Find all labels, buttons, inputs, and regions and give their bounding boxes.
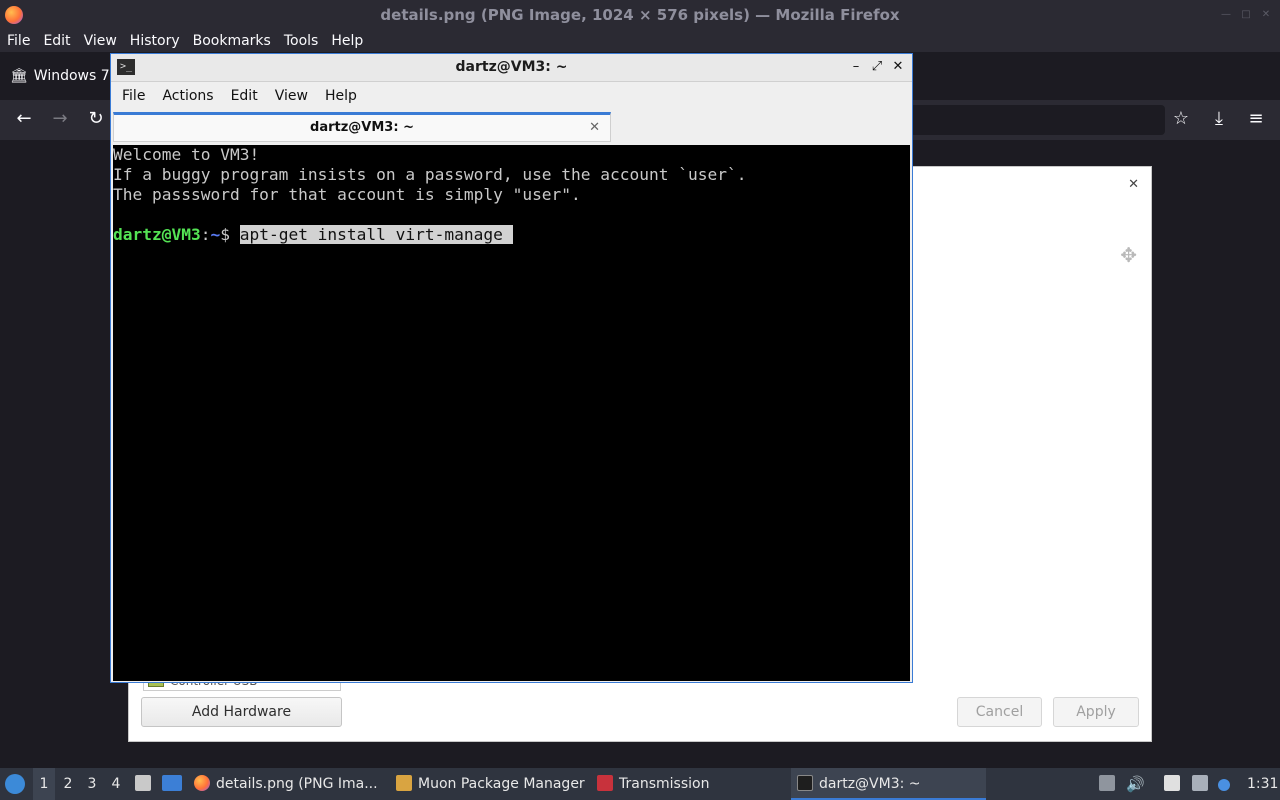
task-muon-label: Muon Package Manager [418, 776, 585, 792]
volume-icon[interactable]: 🔊 [1126, 768, 1145, 800]
prompt-separator: : [200, 225, 211, 244]
terminal-prompt-line: dartz@VM3:~$ apt-get install virt-manage [113, 225, 910, 245]
transmission-icon [597, 775, 613, 791]
back-icon[interactable]: ← [12, 108, 36, 129]
close-icon[interactable]: ✕ [1260, 9, 1272, 21]
task-transmission-label: Transmission [619, 776, 710, 792]
prompt-path: ~ [210, 225, 221, 244]
firefox-tab-label: Windows 7 [33, 68, 110, 84]
start-menu-icon[interactable] [5, 768, 27, 800]
terminal-menubar: File Actions Edit View Help [111, 82, 912, 110]
prompt-sign: $ [220, 225, 240, 244]
move-cursor-icon: ✥ [1120, 243, 1137, 267]
menu-actions[interactable]: Actions [162, 82, 213, 110]
add-hardware-button[interactable]: Add Hardware [141, 697, 342, 727]
menu-tools[interactable]: Tools [284, 30, 319, 52]
workspace-4[interactable]: 4 [105, 768, 127, 800]
terminal-tab[interactable]: dartz@VM3: ~ ✕ [113, 112, 611, 142]
notification-icon[interactable] [1218, 768, 1232, 800]
hamburger-menu-icon[interactable]: ≡ [1244, 108, 1268, 129]
firefox-titlebar: details.png (PNG Image, 1024 × 576 pixel… [0, 0, 1280, 30]
package-icon [396, 775, 412, 791]
menu-file[interactable]: File [122, 82, 145, 110]
menu-help[interactable]: Help [325, 82, 357, 110]
bookmark-star-icon[interactable]: ☆ [1169, 108, 1193, 129]
task-muon[interactable]: Muon Package Manager [396, 768, 585, 800]
museum-icon: 🏛 [10, 68, 28, 84]
downloads-icon[interactable]: ⤓ [1207, 108, 1231, 129]
url-bar[interactable] [910, 105, 1165, 135]
firefox-tab[interactable]: 🏛 Windows 7 [0, 60, 120, 92]
task-firefox[interactable]: details.png (PNG Ima... [194, 768, 378, 800]
command-input[interactable]: apt-get install virt-manage [239, 225, 503, 244]
menu-help[interactable]: Help [331, 30, 363, 52]
close-icon[interactable]: ✕ [889, 58, 907, 76]
tab-close-icon[interactable]: ✕ [589, 115, 600, 141]
firefox-window-title: details.png (PNG Image, 1024 × 576 pixel… [380, 6, 900, 24]
menu-view[interactable]: View [275, 82, 308, 110]
terminal-window-title: dartz@VM3: ~ [455, 59, 568, 75]
terminal-tabstrip: dartz@VM3: ~ ✕ [111, 110, 912, 143]
terminal-tab-label: dartz@VM3: ~ [310, 120, 414, 135]
maximize-icon[interactable]: □ [1240, 9, 1252, 21]
workspace-2[interactable]: 2 [57, 768, 79, 800]
eject-icon[interactable] [1099, 768, 1115, 800]
taskbar: 1 2 3 4 details.png (PNG Ima... Muon Pac… [0, 768, 1280, 800]
text-cursor [502, 225, 513, 244]
menu-file[interactable]: File [7, 30, 30, 52]
menu-view[interactable]: View [84, 30, 117, 52]
network-icon[interactable] [1192, 768, 1210, 800]
task-firefox-label: details.png (PNG Ima... [216, 776, 378, 792]
clipboard-icon[interactable] [1164, 768, 1182, 800]
file-manager-icon[interactable] [135, 768, 155, 800]
menu-edit[interactable]: Edit [231, 82, 258, 110]
menu-history[interactable]: History [130, 30, 180, 52]
terminal-output[interactable]: Welcome to VM3! If a buggy program insist… [113, 145, 910, 681]
task-transmission[interactable]: Transmission [597, 768, 709, 800]
apply-button[interactable]: Apply [1053, 697, 1139, 727]
show-desktop-icon[interactable] [162, 768, 184, 800]
firefox-menubar: File Edit View History Bookmarks Tools H… [0, 30, 1280, 52]
maximize-icon[interactable]: ⤢ [868, 58, 886, 76]
task-terminal[interactable]: dartz@VM3: ~ [791, 768, 986, 800]
reload-icon[interactable]: ↻ [84, 108, 108, 129]
workspace-1[interactable]: 1 [33, 768, 55, 800]
terminal-titlebar[interactable]: >_ dartz@VM3: ~ – ⤢ ✕ [111, 54, 912, 82]
terminal-line: The passsword for that account is simply… [113, 185, 581, 204]
clock[interactable]: 1:31 [1247, 768, 1278, 800]
firefox-icon [194, 775, 210, 791]
minimize-icon[interactable]: – [847, 58, 865, 76]
dialog-close-icon[interactable]: ✕ [1128, 177, 1139, 192]
prompt-user: dartz@VM3 [113, 225, 201, 244]
terminal-line: If a buggy program insists on a password… [113, 165, 747, 184]
minimize-icon[interactable]: — [1220, 9, 1232, 21]
terminal-line: Welcome to VM3! [113, 145, 260, 164]
menu-edit[interactable]: Edit [43, 30, 70, 52]
terminal-icon [797, 775, 813, 791]
terminal-window[interactable]: >_ dartz@VM3: ~ – ⤢ ✕ File Actions Edit … [110, 53, 913, 683]
task-terminal-label: dartz@VM3: ~ [819, 776, 921, 792]
forward-icon[interactable]: → [48, 108, 72, 129]
workspace-3[interactable]: 3 [81, 768, 103, 800]
menu-bookmarks[interactable]: Bookmarks [193, 30, 271, 52]
cancel-button[interactable]: Cancel [957, 697, 1042, 727]
